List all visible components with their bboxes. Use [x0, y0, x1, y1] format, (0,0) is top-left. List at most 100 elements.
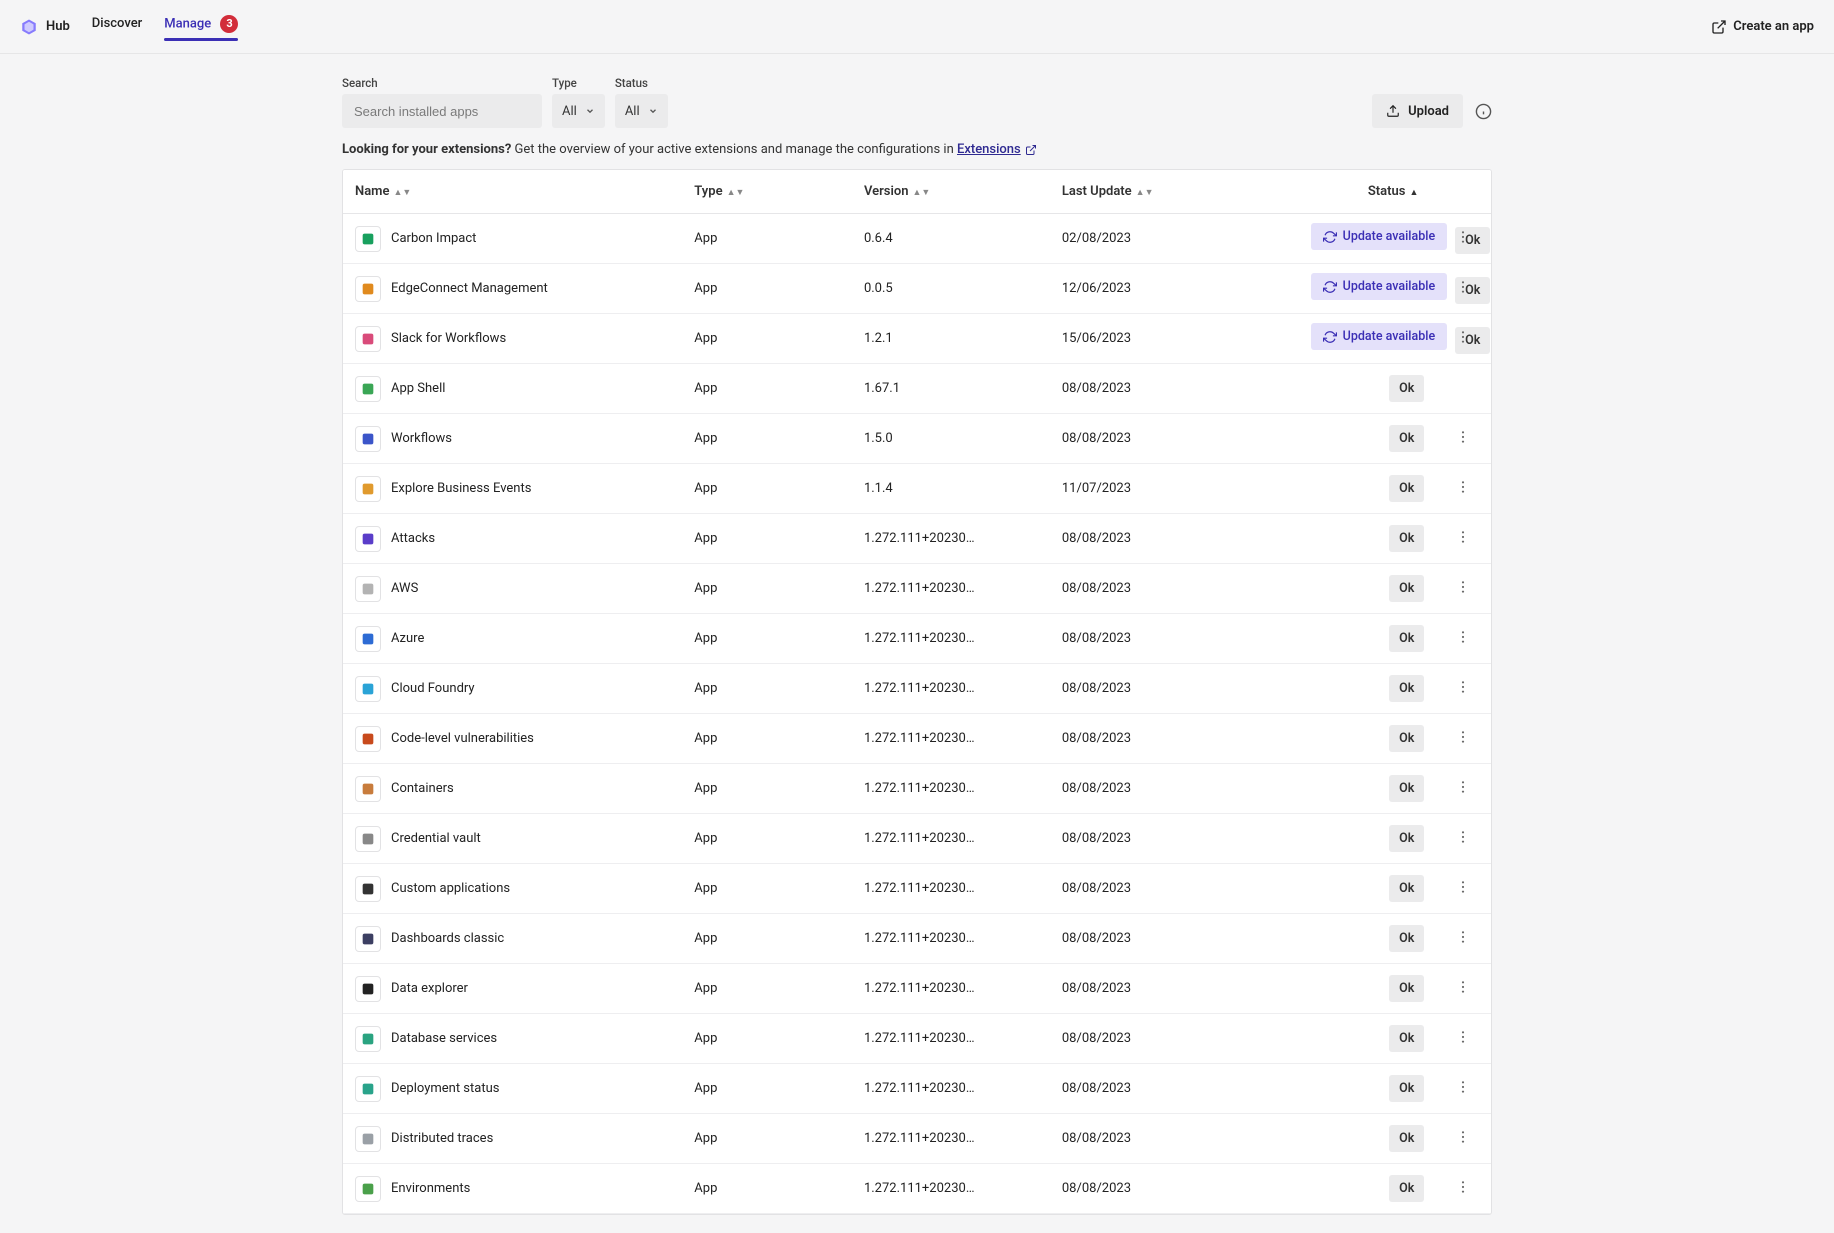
- app-version-cell: 1.272.111+20230…: [864, 631, 1034, 646]
- table-row[interactable]: Slack for WorkflowsApp1.2.115/06/2023Upd…: [343, 314, 1491, 364]
- row-menu-button[interactable]: [1455, 530, 1471, 549]
- table-row[interactable]: Carbon ImpactApp0.6.402/08/2023Update av…: [343, 214, 1491, 264]
- info-icon[interactable]: [1475, 103, 1492, 120]
- col-header-last-update[interactable]: Last Update▲▼: [1050, 170, 1299, 214]
- app-name-label: Attacks: [391, 531, 435, 546]
- row-menu-button[interactable]: [1455, 630, 1471, 649]
- row-menu-button[interactable]: [1455, 330, 1471, 349]
- app-icon: [355, 226, 381, 252]
- app-version-cell: 1.272.111+20230…: [864, 581, 1034, 596]
- update-available-button[interactable]: Update available: [1311, 323, 1447, 350]
- create-app-button[interactable]: Create an app: [1711, 19, 1814, 35]
- table-row[interactable]: Cloud FoundryApp1.272.111+20230…08/08/20…: [343, 664, 1491, 714]
- table-row[interactable]: Deployment statusApp1.272.111+20230…08/0…: [343, 1064, 1491, 1114]
- row-menu-button[interactable]: [1455, 730, 1471, 749]
- app-name-label: Deployment status: [391, 1081, 499, 1096]
- table-row[interactable]: EnvironmentsApp1.272.111+20230…08/08/202…: [343, 1164, 1491, 1214]
- col-header-type[interactable]: Type▲▼: [682, 170, 852, 214]
- status-badge-ok: Ok: [1389, 475, 1424, 502]
- row-menu-button[interactable]: [1455, 780, 1471, 799]
- table-row[interactable]: AWSApp1.272.111+20230…08/08/2023Ok: [343, 564, 1491, 614]
- app-type-cell: App: [682, 914, 852, 964]
- brand[interactable]: Hub: [20, 18, 70, 36]
- table-row[interactable]: Custom applicationsApp1.272.111+20230…08…: [343, 864, 1491, 914]
- filter-type-label: Type: [552, 76, 605, 90]
- search-input[interactable]: [342, 94, 542, 128]
- apps-table-scroll[interactable]: Name▲▼ Type▲▼ Version▲▼ Last Update▲▼ St…: [343, 170, 1491, 1214]
- table-row[interactable]: Database servicesApp1.272.111+20230…08/0…: [343, 1014, 1491, 1064]
- row-menu-button[interactable]: [1455, 580, 1471, 599]
- extensions-link[interactable]: Extensions: [957, 142, 1037, 157]
- app-type-cell: App: [682, 414, 852, 464]
- table-row[interactable]: ContainersApp1.272.111+20230…08/08/2023O…: [343, 764, 1491, 814]
- app-icon: [355, 526, 381, 552]
- app-icon: [355, 376, 381, 402]
- row-menu-button[interactable]: [1455, 1030, 1471, 1049]
- app-name-cell: Credential vault: [355, 826, 670, 852]
- app-name-cell: Data explorer: [355, 976, 670, 1002]
- status-badge-ok: Ok: [1389, 625, 1424, 652]
- row-menu-button[interactable]: [1455, 680, 1471, 699]
- more-vertical-icon: [1455, 429, 1471, 445]
- status-select[interactable]: All: [615, 94, 668, 128]
- table-row[interactable]: Data explorerApp1.272.111+20230…08/08/20…: [343, 964, 1491, 1014]
- app-type-cell: App: [682, 364, 852, 414]
- row-menu-button[interactable]: [1455, 480, 1471, 499]
- row-menu-button[interactable]: [1455, 880, 1471, 899]
- table-row[interactable]: Dashboards classicApp1.272.111+20230…08/…: [343, 914, 1491, 964]
- col-header-name[interactable]: Name▲▼: [343, 170, 682, 214]
- filters-left: Search Type All Status All: [342, 76, 668, 128]
- app-version-cell: 1.272.111+20230…: [864, 681, 1034, 696]
- table-row[interactable]: Credential vaultApp1.272.111+20230…08/08…: [343, 814, 1491, 864]
- row-menu-button[interactable]: [1455, 1080, 1471, 1099]
- app-last-update-cell: 12/06/2023: [1050, 264, 1299, 314]
- row-menu-button[interactable]: [1455, 830, 1471, 849]
- app-icon: [355, 676, 381, 702]
- extensions-banner-bold: Looking for your extensions?: [342, 142, 511, 157]
- app-icon: [355, 1176, 381, 1202]
- app-status-cell: Ok: [1299, 614, 1435, 664]
- table-row[interactable]: Explore Business EventsApp1.1.411/07/202…: [343, 464, 1491, 514]
- upload-button[interactable]: Upload: [1372, 94, 1463, 128]
- row-menu-button[interactable]: [1455, 230, 1471, 249]
- table-row[interactable]: Distributed tracesApp1.272.111+20230…08/…: [343, 1114, 1491, 1164]
- update-available-button[interactable]: Update available: [1311, 273, 1447, 300]
- status-badge-ok: Ok: [1389, 675, 1424, 702]
- app-status-cell: Ok: [1299, 514, 1435, 564]
- more-vertical-icon: [1455, 529, 1471, 545]
- app-version-cell: 1.272.111+20230…: [864, 731, 1034, 746]
- row-menu-button[interactable]: [1455, 1130, 1471, 1149]
- app-status-cell: Ok: [1299, 1114, 1435, 1164]
- app-type-cell: App: [682, 314, 852, 364]
- row-menu-button[interactable]: [1455, 1180, 1471, 1199]
- more-vertical-icon: [1455, 779, 1471, 795]
- col-header-version-label: Version: [864, 184, 909, 199]
- type-select[interactable]: All: [552, 94, 605, 128]
- table-row[interactable]: App ShellApp1.67.108/08/2023Ok: [343, 364, 1491, 414]
- nav-discover[interactable]: Discover: [92, 16, 142, 37]
- col-header-status[interactable]: Status▲: [1299, 170, 1435, 214]
- table-row[interactable]: EdgeConnect ManagementApp0.0.512/06/2023…: [343, 264, 1491, 314]
- app-type-cell: App: [682, 1014, 852, 1064]
- sort-icon: ▲: [1409, 189, 1418, 198]
- app-status-cell: Ok: [1299, 564, 1435, 614]
- table-row[interactable]: AttacksApp1.272.111+20230…08/08/2023Ok: [343, 514, 1491, 564]
- app-status-cell: Ok: [1299, 414, 1435, 464]
- row-menu-button[interactable]: [1455, 430, 1471, 449]
- more-vertical-icon: [1455, 279, 1471, 295]
- update-available-label: Update available: [1343, 279, 1435, 294]
- app-name-label: Environments: [391, 1181, 470, 1196]
- row-menu-button[interactable]: [1455, 930, 1471, 949]
- row-menu-button[interactable]: [1455, 980, 1471, 999]
- more-vertical-icon: [1455, 979, 1471, 995]
- col-header-version[interactable]: Version▲▼: [852, 170, 1050, 214]
- nav-manage[interactable]: Manage 3: [164, 15, 238, 39]
- app-type-cell: App: [682, 514, 852, 564]
- app-last-update-cell: 08/08/2023: [1050, 1164, 1299, 1214]
- row-menu-button[interactable]: [1455, 280, 1471, 299]
- more-vertical-icon: [1455, 479, 1471, 495]
- table-row[interactable]: Code-level vulnerabilitiesApp1.272.111+2…: [343, 714, 1491, 764]
- table-row[interactable]: AzureApp1.272.111+20230…08/08/2023Ok: [343, 614, 1491, 664]
- table-row[interactable]: WorkflowsApp1.5.008/08/2023Ok: [343, 414, 1491, 464]
- update-available-button[interactable]: Update available: [1311, 223, 1447, 250]
